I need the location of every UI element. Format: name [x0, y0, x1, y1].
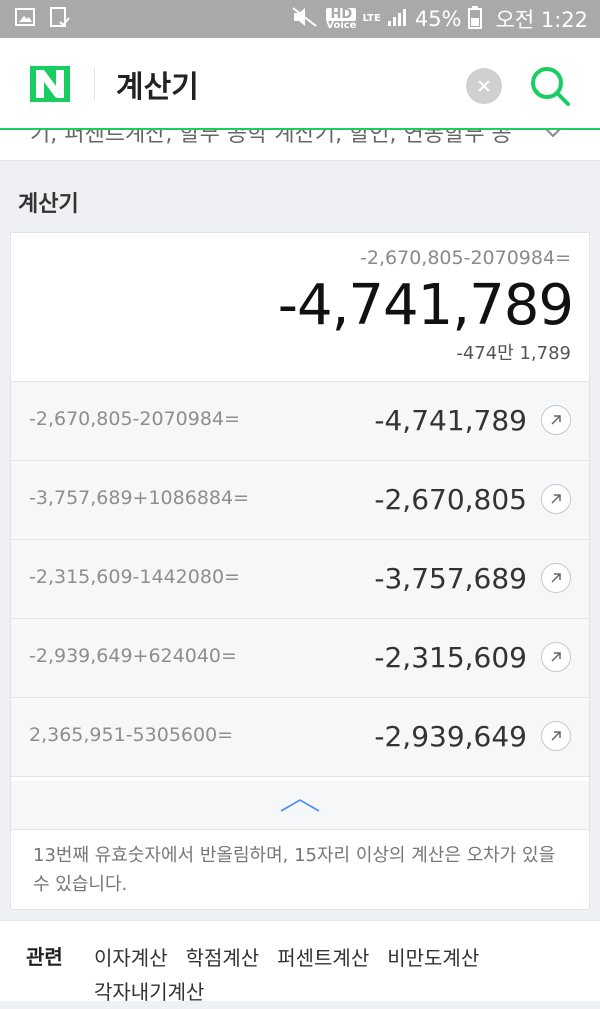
- korean-reading: -474만 1,789: [456, 343, 571, 364]
- naver-logo[interactable]: [30, 66, 70, 102]
- arrow-up-right-icon: [551, 415, 561, 425]
- use-result-button[interactable]: [541, 405, 571, 435]
- related-links: 이자계산 학점계산 퍼센트계산 비만도계산각자내기계산: [94, 941, 584, 1009]
- use-result-button[interactable]: [541, 642, 571, 672]
- search-header: [0, 38, 600, 130]
- collapse-history-button[interactable]: [11, 781, 589, 830]
- calculator-display: -2,670,805-2070984= -4,741,789 -474만 1,7…: [11, 233, 589, 382]
- current-result: -4,741,789: [277, 273, 574, 338]
- related-search-strip[interactable]: 기, 퍼센트계산, 할부 공학 계산기, 할인, 연봉할부 공: [0, 130, 600, 161]
- history-expression: -2,315,609-1442080=: [29, 566, 240, 588]
- voice-label: Voice: [326, 19, 357, 31]
- arrow-up-right-icon: [551, 494, 561, 504]
- lte-indicator: LTE: [362, 13, 381, 24]
- arrow-up-right-icon: [551, 731, 561, 741]
- search-input[interactable]: [100, 62, 482, 106]
- chevron-down-icon[interactable]: [544, 130, 562, 143]
- history-expression: -2,670,805-2070984=: [29, 408, 240, 430]
- mute-icon: [290, 5, 320, 34]
- chevron-up-icon: [280, 799, 320, 812]
- gallery-icon: [14, 6, 36, 32]
- history-result: -2,315,609: [374, 641, 527, 674]
- related-link-interest[interactable]: 이자계산: [94, 946, 168, 970]
- history-result: -4,741,789: [374, 404, 527, 437]
- precision-notice: 13번째 유효숫자에서 반올림하며, 15자리 이상의 계산은 오차가 있을 수…: [33, 845, 556, 895]
- history-row[interactable]: -2,939,649+624040= -2,315,609: [11, 619, 589, 698]
- history-expression: -3,757,689+1086884=: [29, 487, 250, 509]
- use-result-button[interactable]: [541, 563, 571, 593]
- related-link-grade[interactable]: 학점계산: [186, 946, 260, 970]
- arrow-up-right-icon: [551, 652, 561, 662]
- history-expression: -2,939,649+624040=: [29, 645, 237, 667]
- related-search-text: 기, 퍼센트계산, 할부 공학 계산기, 할인, 연봉할부 공: [30, 130, 512, 147]
- history-row[interactable]: -2,670,805-2070984= -4,741,789: [11, 382, 589, 461]
- section-title: 계산기: [18, 192, 79, 217]
- history-expression: 2,365,951-5305600=: [29, 724, 234, 746]
- download-complete-icon: [48, 6, 70, 32]
- use-result-button[interactable]: [541, 484, 571, 514]
- clear-search-button[interactable]: [466, 68, 502, 104]
- use-result-button[interactable]: [541, 721, 571, 751]
- header-divider: [94, 68, 95, 100]
- current-expression: -2,670,805-2070984=: [360, 247, 571, 269]
- battery-icon: [467, 5, 482, 34]
- history-result: -2,670,805: [374, 483, 527, 516]
- signal-icon: [387, 7, 409, 32]
- hd-label: HD: [326, 7, 357, 21]
- hd-voice-indicator: HD Voice: [326, 7, 357, 31]
- history-row[interactable]: -2,315,609-1442080= -3,757,689: [11, 540, 589, 619]
- arrow-up-right-icon: [551, 573, 561, 583]
- related-link-percent[interactable]: 퍼센트계산: [277, 946, 369, 970]
- related-link-bmi[interactable]: 비만도계산: [387, 946, 479, 970]
- related-links-section: 관련 이자계산 학점계산 퍼센트계산 비만도계산각자내기계산: [0, 920, 600, 1004]
- search-icon: [531, 67, 570, 106]
- related-link-split-bill[interactable]: 각자내기계산: [94, 980, 204, 1004]
- calculator-card: -2,670,805-2070984= -4,741,789 -474만 1,7…: [10, 232, 590, 910]
- status-bar: HD Voice LTE 45% 오전 1:22: [0, 0, 600, 38]
- close-icon: [478, 80, 490, 92]
- calculation-history: -2,670,805-2070984= -4,741,789 -3,757,68…: [11, 382, 589, 777]
- battery-percent: 45%: [414, 7, 462, 31]
- history-row[interactable]: -3,757,689+1086884= -2,670,805: [11, 461, 589, 540]
- history-row[interactable]: 2,365,951-5305600= -2,939,649: [11, 698, 589, 777]
- history-result: -2,939,649: [374, 720, 527, 753]
- search-button[interactable]: [526, 62, 574, 110]
- related-label: 관련: [26, 945, 63, 969]
- history-result: -3,757,689: [374, 562, 527, 595]
- clock: 오전 1:22: [495, 8, 588, 32]
